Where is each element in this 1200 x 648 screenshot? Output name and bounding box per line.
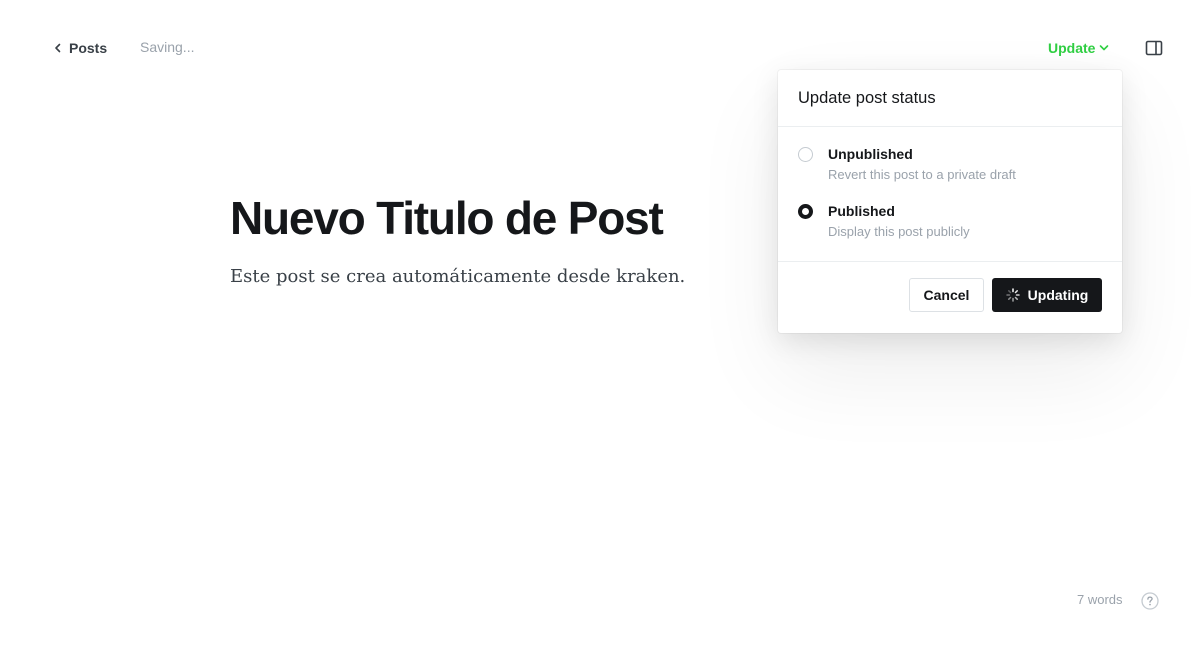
option-label: Unpublished [828, 146, 913, 162]
popup-actions: Cancel Updating [778, 261, 1122, 334]
chevron-left-icon [55, 43, 61, 53]
update-menu-button[interactable]: Update [1048, 38, 1109, 58]
unpublished-radio[interactable] [798, 147, 813, 162]
post-body[interactable]: Este post se crea automáticamente desde … [230, 263, 685, 291]
help-icon[interactable] [1141, 592, 1159, 610]
back-to-posts-link[interactable]: Posts [54, 38, 107, 58]
save-status: Saving... [140, 39, 195, 55]
sidebar-toggle-button[interactable] [1144, 38, 1164, 58]
option-description: Revert this post to a private draft [828, 167, 1016, 182]
update-menu-label: Update [1048, 40, 1096, 56]
updating-button-label: Updating [1027, 287, 1089, 303]
option-label: Published [828, 203, 895, 219]
post-title[interactable]: Nuevo Titulo de Post [230, 190, 664, 246]
published-radio[interactable] [798, 204, 813, 219]
updating-button[interactable]: Updating [992, 278, 1102, 312]
post-editor: Posts Saving... Update Nuevo Titulo de P… [0, 0, 1200, 648]
chevron-down-icon [1100, 45, 1109, 51]
spinner-icon [1005, 288, 1020, 302]
option-description: Display this post publicly [828, 224, 970, 239]
cancel-button-label: Cancel [923, 287, 970, 303]
sidebar-toggle-icon [1145, 40, 1163, 56]
word-count: 7 words [1077, 592, 1123, 607]
back-link-label: Posts [69, 40, 108, 56]
cancel-button[interactable]: Cancel [909, 278, 984, 312]
update-status-popup: Update post status Unpublished Revert th… [778, 70, 1122, 333]
status-option-published[interactable]: Published Display this post publicly [798, 203, 1102, 244]
status-option-unpublished[interactable]: Unpublished Revert this post to a privat… [798, 146, 1102, 187]
popup-heading: Update post status [778, 70, 1122, 127]
